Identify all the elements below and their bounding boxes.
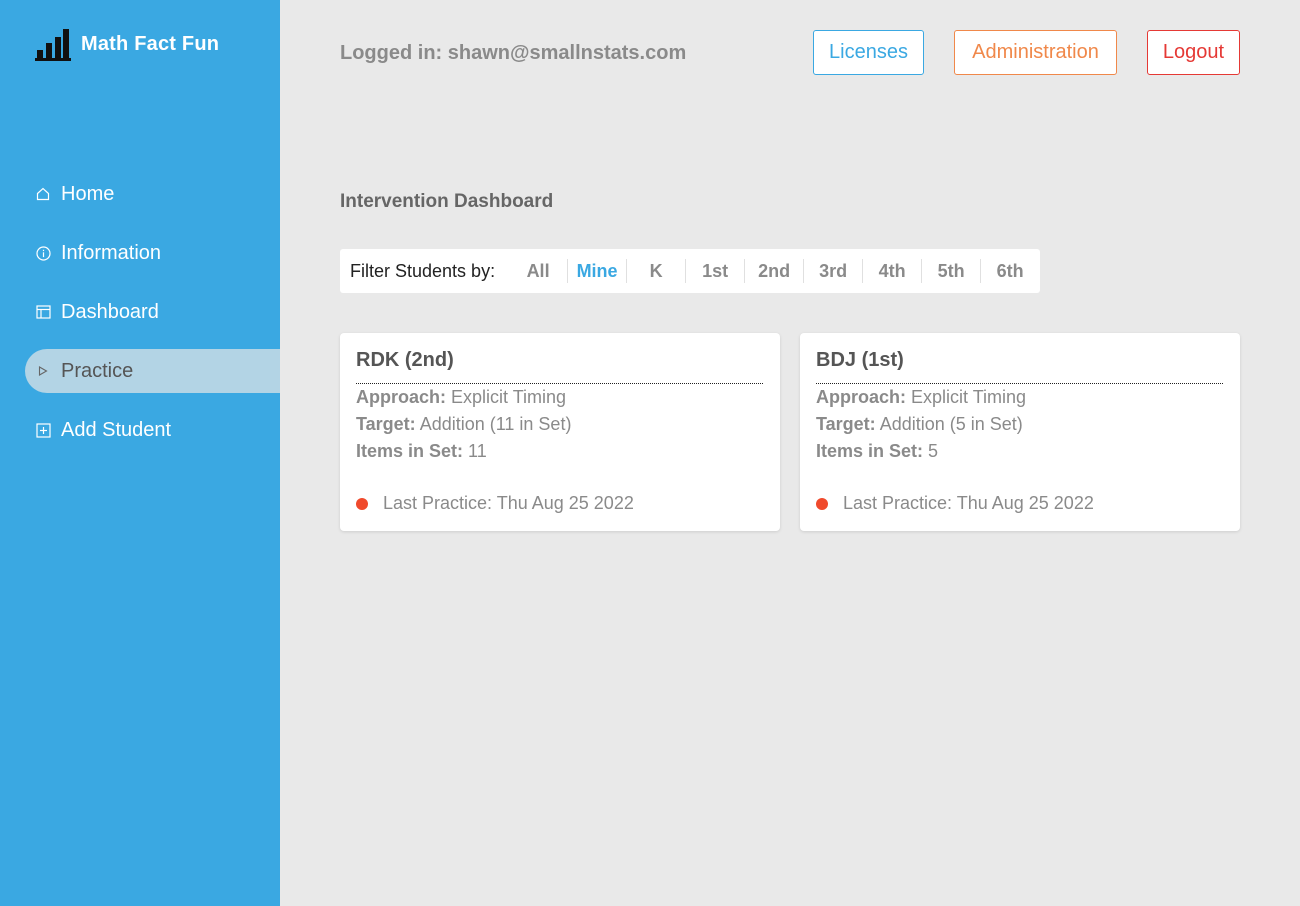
dashboard-icon <box>35 304 51 320</box>
administration-button[interactable]: Administration <box>954 30 1117 75</box>
page-title: Intervention Dashboard <box>340 191 554 212</box>
sidebar-item-practice[interactable]: Practice <box>25 349 280 393</box>
target-line: Target: Addition (11 in Set) <box>356 414 572 434</box>
licenses-button[interactable]: Licenses <box>813 30 924 75</box>
logged-in-status: Logged in: shawn@smallnstats.com <box>340 42 687 64</box>
home-icon <box>35 186 51 202</box>
approach-line: Approach: Explicit Timing <box>816 387 1027 407</box>
brand-name: Math Fact Fun <box>81 33 220 55</box>
sidebar-item-dashboard[interactable]: Dashboard <box>25 290 280 334</box>
sidebar-item-label: Add Student <box>61 418 172 441</box>
filter-option-1st[interactable]: 1st <box>685 259 744 283</box>
filter-option-2nd[interactable]: 2nd <box>744 259 803 283</box>
student-card[interactable]: RDK (2nd) Approach: Explicit Timing Targ… <box>340 333 780 531</box>
filter-option-mine[interactable]: Mine <box>567 259 626 283</box>
items-line: Items in Set: 11 <box>356 441 487 461</box>
filter-option-3rd[interactable]: 3rd <box>803 259 862 283</box>
sidebar-item-label: Information <box>61 241 162 264</box>
sidebar-item-label: Practice <box>61 359 134 382</box>
sidebar-item-add-student[interactable]: Add Student <box>25 408 280 452</box>
student-card-title: BDJ (1st) <box>816 349 1223 384</box>
filter-label: Filter Students by: <box>350 260 496 281</box>
filter-option-5th[interactable]: 5th <box>921 259 980 283</box>
last-practice-status: Last Practice: Thu Aug 25 2022 <box>356 493 634 514</box>
sidebar-item-home[interactable]: Home <box>25 172 280 216</box>
approach-line: Approach: Explicit Timing <box>356 387 567 407</box>
target-line: Target: Addition (5 in Set) <box>816 414 1023 434</box>
sidebar-item-label: Dashboard <box>61 300 159 323</box>
sidebar-item-information[interactable]: Information <box>25 231 280 275</box>
logout-button[interactable]: Logout <box>1147 30 1240 75</box>
last-practice-text: Last Practice: Thu Aug 25 2022 <box>843 493 1094 513</box>
brand[interactable]: Math Fact Fun <box>35 28 219 61</box>
items-line: Items in Set: 5 <box>816 441 939 461</box>
bar-chart-icon <box>35 28 71 61</box>
info-icon <box>35 245 51 261</box>
status-dot-icon <box>816 497 828 510</box>
sidebar-nav: Home Information Dashboard Practice Add … <box>25 172 280 467</box>
filter-bar: Filter Students by: All Mine K 1st 2nd 3… <box>340 249 1040 293</box>
filter-option-6th[interactable]: 6th <box>980 259 1039 283</box>
status-dot-icon <box>356 497 368 510</box>
sidebar: Math Fact Fun Home Information Dashboard… <box>0 0 280 906</box>
student-card[interactable]: BDJ (1st) Approach: Explicit Timing Targ… <box>800 333 1240 531</box>
student-card-title: RDK (2nd) <box>356 349 763 384</box>
last-practice-status: Last Practice: Thu Aug 25 2022 <box>816 493 1094 514</box>
filter-option-k[interactable]: K <box>626 259 685 283</box>
filter-option-all[interactable]: All <box>509 259 567 283</box>
plus-square-icon <box>35 422 51 438</box>
last-practice-text: Last Practice: Thu Aug 25 2022 <box>383 493 634 513</box>
play-icon <box>35 363 51 379</box>
filter-option-4th[interactable]: 4th <box>862 259 921 283</box>
sidebar-item-label: Home <box>61 182 115 205</box>
